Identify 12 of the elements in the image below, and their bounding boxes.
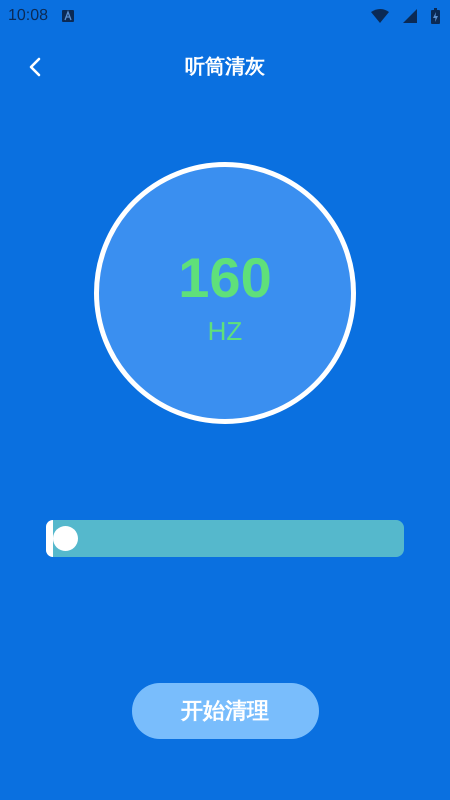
frequency-slider[interactable] [46,520,404,557]
frequency-unit: HZ [208,316,242,347]
back-icon [29,57,41,77]
page-title: 听筒清灰 [185,52,265,80]
frequency-value: 160 [178,245,272,310]
battery-icon [431,8,440,24]
start-button[interactable]: 开始清理 [132,683,318,739]
signal-icon [403,9,417,23]
notification-icon [62,10,74,22]
status-time: 10:08 [8,7,48,25]
slider-thumb[interactable] [53,526,78,551]
wifi-icon [371,9,389,23]
